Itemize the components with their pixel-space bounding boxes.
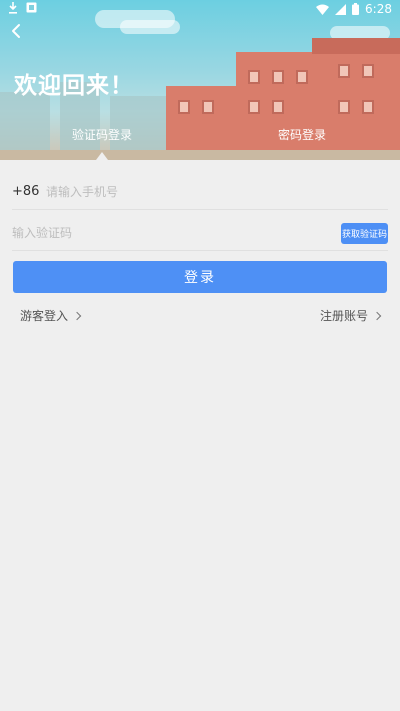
window-decoration xyxy=(338,64,350,78)
building-decoration xyxy=(110,96,170,152)
code-input[interactable] xyxy=(12,219,312,247)
window-decoration xyxy=(338,100,350,114)
wifi-icon xyxy=(316,4,330,15)
cloud-decoration xyxy=(120,20,180,34)
window-decoration xyxy=(248,70,260,84)
back-button[interactable] xyxy=(6,20,28,42)
phone-input[interactable] xyxy=(46,178,376,206)
building-decoration xyxy=(312,38,400,54)
window-decoration xyxy=(362,64,374,78)
window-decoration xyxy=(296,70,308,84)
window-decoration xyxy=(248,100,260,114)
notification-icon xyxy=(26,2,37,14)
login-button[interactable]: 登录 xyxy=(13,261,387,293)
tab-code-login[interactable]: 验证码登录 xyxy=(42,126,162,143)
window-decoration xyxy=(272,70,284,84)
get-code-button[interactable]: 获取验证码 xyxy=(341,223,388,244)
window-decoration xyxy=(202,100,214,114)
signal-icon xyxy=(335,3,347,15)
guest-login-label: 游客登入 xyxy=(20,309,69,323)
building-decoration xyxy=(0,92,50,152)
welcome-title: 欢迎回来！ xyxy=(14,73,134,99)
tab-password-login[interactable]: 密码登录 xyxy=(242,126,362,143)
register-link[interactable]: 注册账号 xyxy=(319,307,382,324)
country-code: +86 xyxy=(12,184,40,199)
window-decoration xyxy=(272,100,284,114)
window-decoration xyxy=(178,100,190,114)
window-decoration xyxy=(362,100,374,114)
chevron-right-icon xyxy=(372,311,382,320)
chevron-left-icon xyxy=(6,24,28,46)
chevron-right-icon xyxy=(72,311,82,320)
guest-login-link[interactable]: 游客登入 xyxy=(20,307,82,324)
battery-icon xyxy=(352,3,360,15)
ground-decoration xyxy=(0,150,400,160)
active-tab-indicator xyxy=(96,152,108,160)
clock-time: 6:28 xyxy=(365,2,392,16)
download-icon xyxy=(8,2,18,14)
status-bar: 6:28 xyxy=(0,0,400,18)
register-label: 注册账号 xyxy=(319,309,368,323)
code-row: 获取验证码 xyxy=(12,215,388,251)
phone-row: +86 xyxy=(12,174,388,210)
